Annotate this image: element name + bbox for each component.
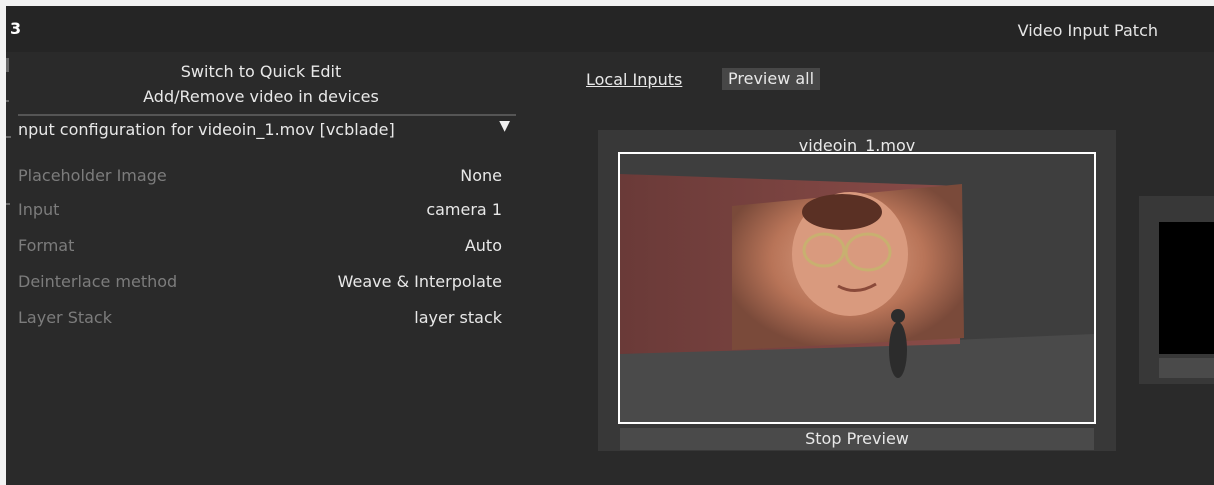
preview-all-button[interactable]: Preview all bbox=[722, 68, 821, 90]
app-logo-icon: 3 bbox=[10, 19, 22, 38]
property-row-layer-stack[interactable]: Layer Stack layer stack bbox=[18, 308, 502, 338]
property-label: Placeholder Image bbox=[18, 166, 167, 185]
panel-edge-marker bbox=[6, 136, 11, 138]
property-row-input[interactable]: Input camera 1 bbox=[18, 200, 502, 230]
property-row-placeholder-image[interactable]: Placeholder Image None bbox=[18, 166, 502, 196]
section-header-label: nput configuration for videoin_1.mov [vc… bbox=[18, 120, 395, 139]
property-value[interactable]: Auto bbox=[465, 236, 502, 255]
property-value[interactable]: camera 1 bbox=[426, 200, 502, 219]
property-label: Layer Stack bbox=[18, 308, 112, 327]
property-value[interactable]: None bbox=[460, 166, 502, 185]
property-row-format[interactable]: Format Auto bbox=[18, 236, 502, 266]
collapse-arrow-icon[interactable]: ▼ bbox=[499, 118, 510, 134]
second-preview-frame bbox=[1159, 222, 1214, 354]
property-label: Format bbox=[18, 236, 75, 255]
divider bbox=[18, 114, 516, 116]
stop-preview-button[interactable]: Stop Preview bbox=[620, 428, 1094, 450]
second-preview-card bbox=[1139, 196, 1214, 384]
video-preview-card: videoin_1.mov Stop Preview bbox=[598, 130, 1116, 451]
panel-edge-marker bbox=[6, 203, 10, 205]
video-preview-frame bbox=[618, 152, 1096, 424]
window-title: Video Input Patch bbox=[1017, 21, 1158, 40]
video-preview-image bbox=[620, 154, 1094, 422]
property-label: Input bbox=[18, 200, 60, 219]
tab-local-inputs[interactable]: Local Inputs bbox=[586, 70, 682, 89]
input-config-section-header[interactable]: nput configuration for videoin_1.mov [vc… bbox=[18, 118, 510, 146]
property-value[interactable]: Weave & Interpolate bbox=[338, 272, 502, 291]
title-bar: 3 Video Input Patch bbox=[6, 6, 1214, 52]
switch-quick-edit-button[interactable]: Switch to Quick Edit bbox=[6, 62, 516, 81]
property-row-deinterlace-method[interactable]: Deinterlace method Weave & Interpolate bbox=[18, 272, 502, 302]
property-value[interactable]: layer stack bbox=[414, 308, 502, 327]
add-remove-video-button[interactable]: Add/Remove video in devices bbox=[6, 87, 516, 106]
app-window: 3 Video Input Patch Switch to Quick Edit… bbox=[6, 6, 1214, 485]
second-preview-button[interactable] bbox=[1159, 358, 1214, 378]
property-label: Deinterlace method bbox=[18, 272, 178, 291]
input-config-panel: Switch to Quick Edit Add/Remove video in… bbox=[6, 52, 522, 485]
